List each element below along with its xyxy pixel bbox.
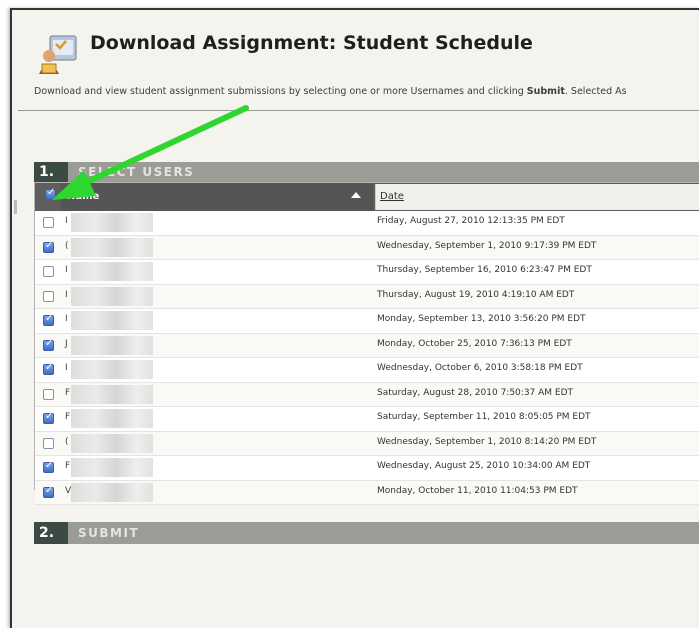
row-checkbox[interactable]: [43, 313, 54, 326]
section-number: 1.: [34, 162, 68, 182]
redacted-username: [71, 360, 153, 379]
username-cell: J: [65, 338, 68, 349]
name-column-header[interactable]: Name: [61, 183, 373, 211]
redacted-username: [71, 213, 153, 232]
row-checkbox[interactable]: [43, 388, 54, 400]
redacted-username: [71, 409, 153, 428]
table-header: Name Date: [35, 183, 699, 211]
description-submit-word: Submit: [526, 86, 565, 97]
schedule-person-icon: [39, 35, 77, 74]
username-cell: I: [65, 314, 68, 324]
redacted-username: [71, 262, 153, 281]
username-cell: (: [65, 436, 69, 447]
submission-date: Saturday, August 28, 2010 7:50:37 AM EDT: [377, 387, 574, 398]
username-cell: F: [65, 461, 71, 471]
table-row: I Monday, September 13, 2010 3:56:20 PM E…: [35, 309, 699, 334]
select-all-checkbox[interactable]: [45, 187, 56, 200]
row-checkbox[interactable]: [43, 411, 54, 424]
username-cell: I: [65, 265, 68, 275]
submission-date: Monday, September 13, 2010 3:56:20 PM ED…: [377, 314, 586, 324]
table-row: F Saturday, August 28, 2010 7:50:37 AM ED…: [35, 382, 699, 407]
date-column-header[interactable]: Date: [375, 184, 699, 210]
description-tail: . Selected As: [564, 86, 627, 97]
table-row: I Thursday, September 16, 2010 6:23:47 PM…: [35, 260, 699, 285]
submission-date: Thursday, August 19, 2010 4:19:10 AM EDT: [377, 289, 575, 300]
submission-date: Monday, October 25, 2010 7:36:13 PM EDT: [377, 338, 572, 349]
submission-date: Friday, August 27, 2010 12:13:35 PM EDT: [377, 216, 565, 226]
redacted-username: [71, 335, 153, 355]
redacted-username: [71, 237, 153, 257]
submission-date: Saturday, September 11, 2010 8:05:05 PM …: [377, 412, 591, 422]
row-checkbox[interactable]: [43, 217, 54, 228]
table-row: J Monday, October 25, 2010 7:36:13 PM EDT: [35, 333, 699, 358]
redacted-username: [71, 311, 153, 330]
row-checkbox[interactable]: [43, 437, 54, 449]
table-row: I Thursday, August 19, 2010 4:19:10 AM ED…: [35, 284, 699, 309]
page-description: Download and view student assignment sub…: [34, 86, 627, 97]
row-checkbox[interactable]: [43, 460, 54, 473]
table-row: I Wednesday, October 6, 2010 3:58:18 PM E…: [35, 358, 699, 383]
date-column-label: Date: [380, 191, 404, 202]
users-table: Name Date I Friday, August 27, 2010 12:13…: [34, 182, 699, 505]
row-checkbox[interactable]: [43, 362, 54, 375]
table-row: I Friday, August 27, 2010 12:13:35 PM EDT: [35, 211, 699, 236]
row-checkbox[interactable]: [43, 290, 54, 302]
submission-date: Wednesday, August 25, 2010 10:34:00 AM E…: [377, 461, 591, 471]
submission-date: Thursday, September 16, 2010 6:23:47 PM …: [377, 265, 592, 275]
table-row: ( Wednesday, September 1, 2010 8:14:20 PM…: [35, 431, 699, 456]
username-cell: I: [65, 216, 68, 226]
redacted-username: [71, 458, 153, 477]
table-row: F Saturday, September 11, 2010 8:05:05 PM…: [35, 407, 699, 432]
username-cell: I: [65, 363, 68, 373]
section-select-users: 1. SELECT USERS: [34, 162, 699, 182]
submission-date: Monday, October 11, 2010 11:04:53 PM EDT: [377, 485, 578, 496]
redacted-username: [71, 286, 153, 306]
select-all-cell: [37, 183, 61, 211]
table-row: F Wednesday, August 25, 2010 10:34:00 AM …: [35, 456, 699, 481]
table-row: VMonday, October 11, 2010 11:04:53 PM ED…: [35, 480, 699, 505]
table-rows: I Friday, August 27, 2010 12:13:35 PM EDT…: [35, 211, 699, 505]
section-label[interactable]: SUBMIT: [78, 522, 139, 544]
description-text: Download and view student assignment sub…: [34, 86, 527, 97]
table-row: ( Wednesday, September 1, 2010 9:17:39 PM…: [35, 235, 699, 260]
submission-date: Wednesday, October 6, 2010 3:58:18 PM ED…: [377, 363, 583, 373]
redacted-username: [71, 482, 153, 502]
username-cell: F: [65, 387, 71, 398]
row-checkbox[interactable]: [43, 266, 54, 277]
username-cell: F: [65, 412, 71, 422]
username-cell: (: [65, 240, 69, 251]
name-column-label: Name: [67, 191, 100, 202]
assignment-window: Download Assignment: Student Schedule Do…: [10, 8, 699, 628]
row-checkbox[interactable]: [43, 338, 54, 351]
redacted-username: [71, 433, 153, 453]
redacted-username: [71, 384, 153, 404]
submission-date: Wednesday, September 1, 2010 8:14:20 PM …: [377, 436, 597, 447]
section-submit: 2. SUBMIT: [34, 522, 699, 544]
scroll-edge: [14, 200, 17, 214]
section-number: 2.: [34, 522, 68, 544]
section-label: SELECT USERS: [78, 165, 195, 179]
row-checkbox[interactable]: [43, 240, 54, 253]
row-checkbox[interactable]: [43, 485, 54, 498]
page-title: Download Assignment: Student Schedule: [90, 32, 533, 54]
divider: [18, 110, 699, 111]
sort-ascending-icon: [351, 192, 361, 198]
submission-date: Wednesday, September 1, 2010 9:17:39 PM …: [377, 240, 597, 251]
username-cell: I: [65, 289, 68, 300]
